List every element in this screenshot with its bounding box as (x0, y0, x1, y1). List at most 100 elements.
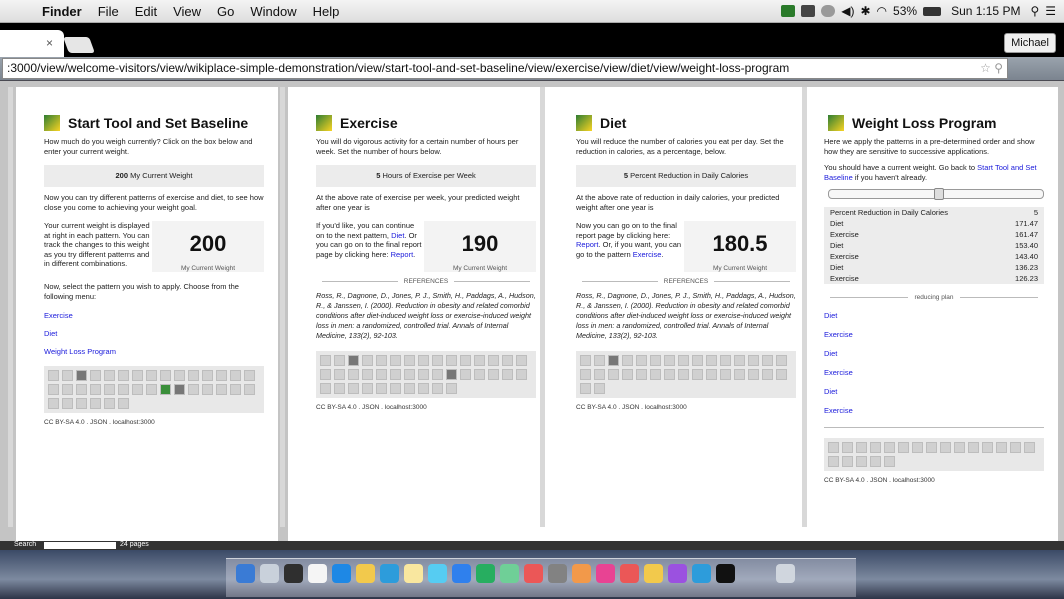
journal-action-icon[interactable] (362, 355, 373, 366)
journal-action-icon[interactable] (362, 369, 373, 380)
calendar-icon[interactable] (308, 564, 327, 583)
journal-action-icon[interactable] (188, 370, 199, 381)
pen-tool-icon[interactable] (668, 564, 687, 583)
page-footer[interactable]: CC BY-SA 4.0 . JSON . localhost:3000 (316, 404, 550, 411)
journal-action-icon[interactable] (664, 355, 675, 366)
journal-action-icon[interactable] (856, 456, 867, 467)
plan-link-diet[interactable]: Diet (824, 387, 1058, 396)
journal-action-icon[interactable] (362, 383, 373, 394)
journal-action-icon[interactable] (132, 384, 143, 395)
page-title[interactable]: Weight Loss Program (852, 115, 996, 131)
journal-action-icon[interactable] (1024, 442, 1035, 453)
profile-button[interactable]: Michael (1004, 33, 1056, 53)
journal-action-icon[interactable] (90, 370, 101, 381)
photos-icon[interactable] (500, 564, 519, 583)
journal-action-icon[interactable] (216, 384, 227, 395)
journal-action-icon[interactable] (650, 369, 661, 380)
journal-action-icon[interactable] (118, 370, 129, 381)
numbers-icon[interactable] (476, 564, 495, 583)
hours-input-box[interactable]: 5 Hours of Exercise per Week (316, 165, 536, 187)
journal-action-icon[interactable] (828, 456, 839, 467)
journal-action-icon[interactable] (516, 355, 527, 366)
journal-action-icon[interactable] (432, 369, 443, 380)
journal-action-icon[interactable] (418, 383, 429, 394)
journal-action-icon[interactable] (720, 355, 731, 366)
journal-action-icon[interactable] (474, 355, 485, 366)
page-favicon-icon[interactable] (576, 115, 592, 131)
journal-action-icon[interactable] (692, 355, 703, 366)
journal-action-icon[interactable] (460, 369, 471, 380)
journal-action-icon[interactable] (160, 384, 171, 395)
journal-action-icon[interactable] (580, 355, 591, 366)
menu-window[interactable]: Window (242, 4, 304, 19)
spotlight-icon[interactable]: ⚲ (1030, 4, 1039, 18)
journal-action-icon[interactable] (320, 369, 331, 380)
journal-action-icon[interactable] (76, 370, 87, 381)
journal-action-icon[interactable] (870, 456, 881, 467)
journal-action-icon[interactable] (706, 369, 717, 380)
journal-action-icon[interactable] (502, 369, 513, 380)
journal-action-icon[interactable] (870, 442, 881, 453)
bookmark-star-icon[interactable]: ☆ ⚲ (980, 59, 1003, 78)
journal-action-icon[interactable] (734, 369, 745, 380)
plan-link-exercise[interactable]: Exercise (824, 368, 1058, 377)
ibooks-icon[interactable] (572, 564, 591, 583)
journal-action-icon[interactable] (594, 369, 605, 380)
journal-action-icon[interactable] (1010, 442, 1021, 453)
browser-tab[interactable] (0, 30, 64, 57)
weight-slider[interactable] (828, 188, 1044, 200)
link-exercise[interactable]: Exercise (44, 311, 278, 320)
scrollbar[interactable] (802, 87, 807, 527)
journal-action-icon[interactable] (594, 383, 605, 394)
journal-action-icon[interactable] (104, 370, 115, 381)
journal-action-icon[interactable] (132, 370, 143, 381)
journal-action-icon[interactable] (996, 442, 1007, 453)
bluetooth-icon[interactable]: ✱ (860, 4, 870, 18)
journal-action-icon[interactable] (720, 369, 731, 380)
scrollbar[interactable] (280, 87, 285, 527)
journal-action-icon[interactable] (608, 369, 619, 380)
page-title[interactable]: Exercise (340, 115, 398, 131)
link-report[interactable]: Report (391, 250, 414, 259)
mission-control-icon[interactable] (284, 564, 303, 583)
journal-action-icon[interactable] (146, 384, 157, 395)
music-icon[interactable] (620, 564, 639, 583)
journal-action-icon[interactable] (776, 369, 787, 380)
journal-action-icon[interactable] (404, 355, 415, 366)
journal-action-icon[interactable] (594, 355, 605, 366)
link-weight-loss-program[interactable]: Weight Loss Program (44, 347, 278, 356)
scrollbar[interactable] (8, 87, 13, 527)
journal-action-icon[interactable] (418, 369, 429, 380)
tab-close-icon[interactable]: × (46, 36, 53, 50)
journal-action-icon[interactable] (926, 442, 937, 453)
journal-action-icon[interactable] (146, 370, 157, 381)
link-exercise[interactable]: Exercise (633, 250, 662, 259)
preview-icon[interactable] (428, 564, 447, 583)
journal-action-icon[interactable] (446, 383, 457, 394)
journal-action-icon[interactable] (404, 369, 415, 380)
journal-action-icon[interactable] (446, 355, 457, 366)
journal-action-icon[interactable] (706, 355, 717, 366)
journal-action-icon[interactable] (474, 369, 485, 380)
plan-link-exercise[interactable]: Exercise (824, 406, 1058, 415)
page-favicon-icon[interactable] (44, 115, 60, 131)
journal-action-icon[interactable] (376, 383, 387, 394)
journal-action-icon[interactable] (734, 355, 745, 366)
journal-action-icon[interactable] (376, 355, 387, 366)
journal-action-icon[interactable] (502, 355, 513, 366)
journal-action-icon[interactable] (446, 369, 457, 380)
journal-action-icon[interactable] (202, 384, 213, 395)
journal-action-icon[interactable] (244, 370, 255, 381)
journal-action-icon[interactable] (62, 370, 73, 381)
page-favicon-icon[interactable] (828, 115, 844, 131)
network-icon[interactable] (692, 564, 711, 583)
menu-help[interactable]: Help (305, 4, 348, 19)
scrollbar[interactable] (540, 87, 545, 527)
journal-action-icon[interactable] (884, 442, 895, 453)
link-report[interactable]: Report (576, 240, 599, 249)
journal-action-icon[interactable] (982, 442, 993, 453)
menu-file[interactable]: File (90, 4, 127, 19)
journal-action-icon[interactable] (188, 384, 199, 395)
plan-link-diet[interactable]: Diet (824, 311, 1058, 320)
status-icon-1[interactable] (781, 5, 796, 17)
